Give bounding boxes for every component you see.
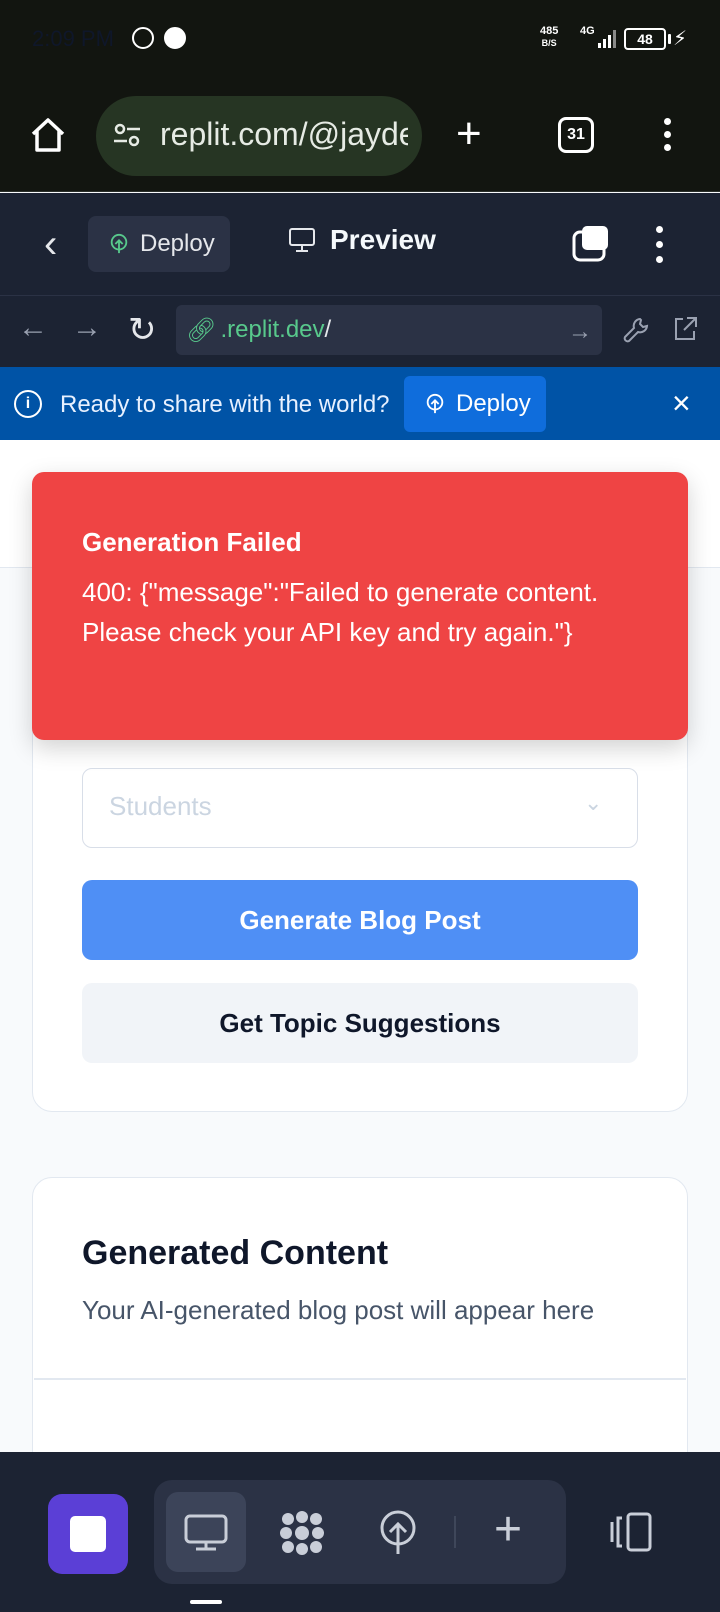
- address-domain: .replit.dev: [220, 316, 325, 343]
- address-path: /: [324, 316, 332, 343]
- battery-tip: [668, 34, 671, 44]
- back-icon[interactable]: ‹: [44, 224, 57, 264]
- close-icon[interactable]: ×: [672, 387, 691, 419]
- deploy-chip-label: Deploy: [140, 230, 215, 257]
- net-speed-unit: B/S: [541, 38, 557, 48]
- home-icon[interactable]: [28, 115, 68, 155]
- add-tool-plus-icon[interactable]: +: [494, 1506, 522, 1554]
- deploy-icon: [426, 393, 444, 414]
- preview-tab-label: Preview: [330, 224, 436, 255]
- net-speed-value: 485: [540, 25, 559, 37]
- chevron-down-icon[interactable]: ⌄: [584, 790, 602, 816]
- deploy-icon: [110, 233, 128, 254]
- stop-icon: [70, 1516, 106, 1552]
- new-tab-plus-icon[interactable]: +: [456, 112, 482, 156]
- side-panel-icon[interactable]: [608, 1512, 654, 1552]
- generated-content-subtitle: Your AI-generated blog post will appear …: [82, 1295, 595, 1325]
- banner-deploy-button[interactable]: Deploy: [404, 376, 546, 432]
- app-notification-icon: [164, 27, 186, 49]
- monitor-icon: [289, 228, 315, 252]
- audience-select[interactable]: Students: [82, 768, 638, 848]
- replit-menu-kebab-icon[interactable]: [656, 226, 663, 271]
- wrench-icon[interactable]: [622, 316, 650, 344]
- net-speed: 485 B/S: [540, 25, 558, 49]
- network-type: 4G: [580, 25, 595, 37]
- deploy-chip[interactable]: Deploy: [88, 216, 230, 272]
- toast-message: 400: {"message":"Failed to generate cont…: [82, 577, 599, 647]
- stack-icon[interactable]: [572, 224, 610, 262]
- banner-deploy-label: Deploy: [456, 390, 531, 417]
- browser-menu-kebab-icon[interactable]: [664, 118, 672, 157]
- home-indicator: [190, 1600, 222, 1604]
- charging-icon: ⚡: [673, 28, 688, 50]
- nav-back-icon[interactable]: ←: [18, 313, 48, 343]
- notification-icons: [132, 27, 186, 49]
- card-divider: [34, 1378, 686, 1380]
- monitor-icon: [184, 1514, 228, 1551]
- deploy-icon[interactable]: [378, 1510, 418, 1556]
- tabs-icon[interactable]: 31: [558, 117, 594, 153]
- address-go-icon[interactable]: →: [568, 318, 592, 346]
- battery-icon: 48: [624, 28, 666, 50]
- toast-title: Generation Failed: [82, 527, 302, 557]
- signal-icon: [598, 30, 616, 48]
- generated-content-title: Generated Content: [82, 1234, 389, 1272]
- link-icon: 🔗︎: [186, 316, 217, 344]
- info-icon: i: [14, 390, 42, 418]
- url-text[interactable]: replit.com/@jayde: [160, 116, 408, 153]
- preview-tab[interactable]: Preview: [288, 224, 436, 256]
- reload-icon[interactable]: ↻: [128, 313, 157, 347]
- webview-address[interactable]: 🔗︎ .replit.dev /: [176, 305, 602, 355]
- tool-separator: [454, 1516, 456, 1548]
- banner-text: Ready to share with the world?: [60, 391, 390, 418]
- nav-forward-icon[interactable]: →: [72, 313, 102, 343]
- tune-icon[interactable]: [112, 120, 142, 150]
- topic-suggestions-button[interactable]: Get Topic Suggestions: [82, 983, 638, 1063]
- agent-icon[interactable]: [278, 1509, 326, 1557]
- status-time: 2:09 PM: [32, 26, 114, 51]
- whatsapp-icon: [132, 27, 154, 49]
- generated-content-card: [32, 1177, 688, 1477]
- external-link-icon[interactable]: [672, 316, 698, 342]
- generate-blog-post-button[interactable]: Generate Blog Post: [82, 880, 638, 960]
